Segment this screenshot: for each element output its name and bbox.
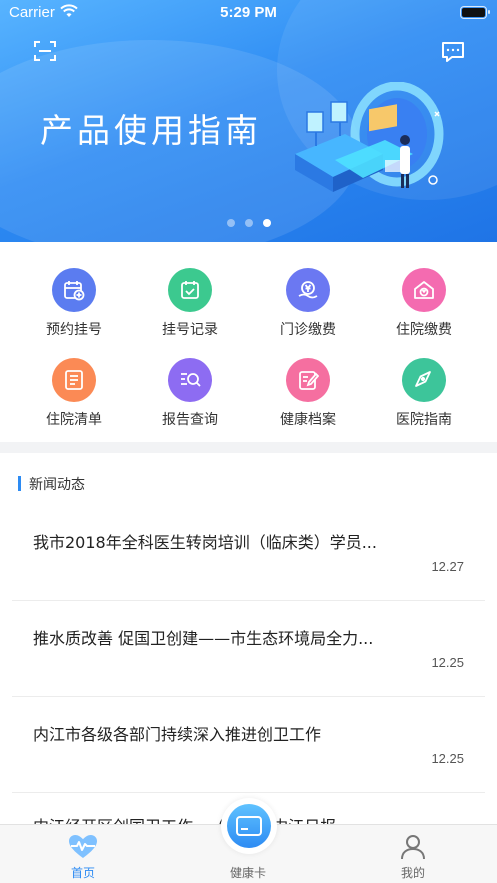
message-icon[interactable] (440, 40, 466, 64)
news-item-title: 推水质改善 促国卫创建——市生态环境局全力... (33, 629, 374, 648)
person-icon (401, 835, 425, 860)
calendar-check-icon (168, 268, 212, 312)
news-section-title: 新闻动态 (29, 477, 85, 493)
battery-icon (460, 6, 490, 19)
tab-label: 我的 (400, 866, 425, 880)
section-accent-bar (18, 476, 21, 491)
heart-pulse-icon (69, 835, 97, 858)
pagination-dot[interactable] (226, 219, 235, 227)
pagination-dot-active[interactable] (262, 219, 271, 227)
news-item-title: 我市2018年全科医生转岗培训（临床类）学员... (33, 533, 377, 552)
document-list-icon (52, 358, 96, 402)
quick-action-label: 住院清单 (46, 412, 102, 428)
quick-action-label: 健康档案 (280, 412, 336, 428)
news-item[interactable]: 推水质改善 促国卫创建——市生态环境局全力... 12.25 (12, 601, 485, 697)
tab-label: 首页 (70, 866, 95, 880)
pagination-dot[interactable] (244, 219, 253, 227)
health-card-button-inner (227, 804, 271, 848)
news-item-date: 12.27 (431, 559, 464, 574)
quick-action-label: 挂号记录 (162, 322, 218, 338)
banner-title: 产品使用指南 (40, 111, 262, 150)
compass-icon (402, 358, 446, 402)
tab-home[interactable]: 首页 (23, 825, 143, 883)
quick-action-registration-records[interactable]: 挂号记录 (128, 268, 252, 348)
report-search-icon (168, 358, 212, 402)
news-item-date: 12.25 (431, 751, 464, 766)
calendar-add-icon (52, 268, 96, 312)
news-item-date: 12.25 (431, 655, 464, 670)
quick-action-appointment[interactable]: 预约挂号 (12, 268, 136, 348)
house-yuan-icon (402, 268, 446, 312)
quick-action-report-query[interactable]: 报告查询 (128, 358, 252, 438)
news-item[interactable]: 内江市各级各部门持续深入推进创卫工作 12.25 (12, 697, 485, 793)
quick-action-label: 预约挂号 (46, 322, 102, 338)
banner[interactable]: 产品使用指南 (0, 0, 497, 242)
tab-label: 健康卡 (229, 866, 266, 880)
quick-action-health-records[interactable]: 健康档案 (246, 358, 370, 438)
news-item-title: 内江市各级各部门持续深入推进创卫工作 (33, 725, 322, 744)
status-time: 5:29 PM (220, 4, 277, 21)
health-card-button[interactable] (221, 798, 277, 854)
news-item[interactable]: 我市2018年全科医生转岗培训（临床类）学员... 12.27 (12, 505, 485, 601)
record-edit-icon (286, 358, 330, 402)
quick-action-label: 门诊缴费 (280, 322, 336, 338)
quick-action-label: 住院缴费 (396, 322, 452, 338)
section-separator (0, 442, 497, 453)
tab-mine[interactable]: 我的 (353, 825, 473, 883)
quick-action-label: 报告查询 (162, 412, 218, 428)
status-bar: Carrier 5:29 PM (0, 0, 497, 26)
quick-action-hospital-guide[interactable]: 医院指南 (362, 358, 486, 438)
yuan-hand-icon (286, 268, 330, 312)
doctor-workstation-illustration (295, 82, 444, 192)
quick-action-inpatient-list[interactable]: 住院清单 (12, 358, 136, 438)
quick-action-inpatient-payment[interactable]: 住院缴费 (362, 268, 486, 348)
quick-action-outpatient-payment[interactable]: 门诊缴费 (246, 268, 370, 348)
banner-pagination (0, 219, 497, 227)
card-icon (236, 816, 262, 836)
scan-icon[interactable] (33, 39, 57, 63)
quick-action-label: 医院指南 (396, 412, 452, 428)
